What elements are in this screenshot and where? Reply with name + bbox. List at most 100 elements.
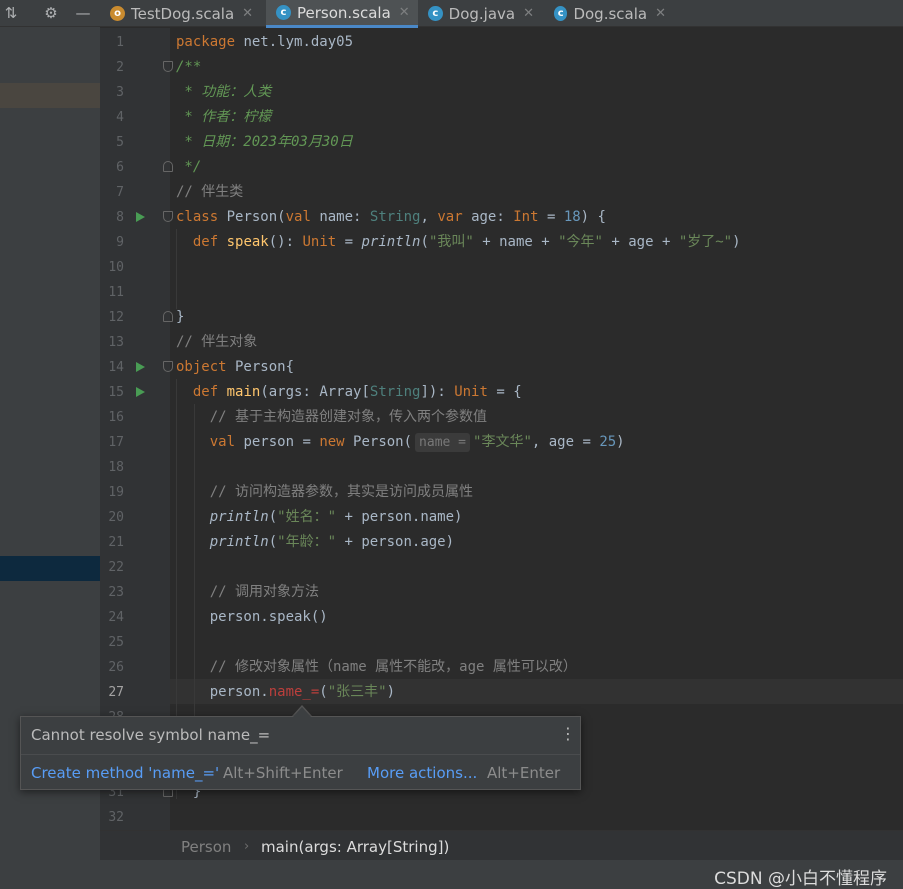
function-name: main bbox=[226, 384, 261, 400]
line-number: 1 bbox=[116, 35, 124, 50]
scala-class-icon: c bbox=[276, 5, 291, 20]
code-text: + age + bbox=[602, 234, 679, 250]
string-literal: "今年" bbox=[558, 234, 603, 250]
project-toolbar: ⇅ ⚙ — bbox=[0, 0, 100, 27]
tab-person-scala[interactable]: c Person.scala ✕ bbox=[266, 0, 418, 28]
run-icon[interactable] bbox=[136, 387, 145, 397]
string-literal: "张三丰" bbox=[327, 684, 387, 700]
code-line-26[interactable]: // 修改对象属性（name 属性不能改，age 属性可以改） bbox=[176, 655, 577, 680]
line-number: 4 bbox=[116, 110, 124, 125]
code-line-7[interactable]: // 伴生类 bbox=[176, 180, 243, 205]
fold-icon[interactable] bbox=[163, 161, 173, 172]
tab-dog-java[interactable]: c Dog.java ✕ bbox=[418, 0, 542, 27]
fold-icon[interactable] bbox=[163, 61, 173, 72]
more-options-icon[interactable]: ⋮ bbox=[560, 724, 576, 743]
project-tree-selected-row[interactable] bbox=[0, 83, 100, 108]
code-line-12[interactable]: } bbox=[176, 305, 184, 330]
keyword: def bbox=[192, 384, 219, 400]
code-text: , age = bbox=[531, 434, 600, 450]
code-line-14[interactable]: object Person{ bbox=[176, 355, 294, 380]
unresolved-symbol[interactable]: name_= bbox=[269, 684, 320, 700]
line-number: 6 bbox=[116, 160, 124, 175]
keyword: var bbox=[437, 209, 463, 225]
error-popup: Cannot resolve symbol name_= ⋮ Create me… bbox=[20, 716, 581, 790]
code-line-24[interactable]: person.speak() bbox=[176, 605, 328, 630]
editor-tab-bar: o TestDog.scala ✕ c Person.scala ✕ c Dog… bbox=[100, 0, 903, 28]
run-icon[interactable] bbox=[136, 362, 145, 372]
number-literal: 25 bbox=[599, 434, 617, 450]
keyword: def bbox=[192, 234, 219, 250]
code-line-1[interactable]: package net.lym.day05 bbox=[176, 30, 353, 55]
run-icon[interactable] bbox=[136, 212, 145, 222]
shortcut-hint: Alt+Shift+Enter bbox=[223, 764, 343, 782]
line-number: 26 bbox=[108, 660, 124, 675]
project-tree-focused-row[interactable] bbox=[0, 556, 100, 581]
line-number: 14 bbox=[108, 360, 124, 375]
tab-label: TestDog.scala bbox=[131, 4, 235, 23]
code-text: age: bbox=[462, 209, 514, 225]
type-name: Unit bbox=[454, 384, 488, 400]
code-text: person. bbox=[176, 684, 269, 700]
hide-panel-icon[interactable]: — bbox=[72, 0, 94, 27]
code-line-8[interactable]: class Person(val name: String, var age: … bbox=[176, 205, 606, 230]
code-line-16[interactable]: // 基于主构造器创建对象，传入两个参数值 bbox=[176, 405, 487, 430]
code-line-2[interactable]: /** bbox=[176, 55, 201, 80]
code-line-13[interactable]: // 伴生对象 bbox=[176, 330, 257, 355]
code-text: ) bbox=[732, 234, 741, 250]
breadcrumb-item-main[interactable]: main(args: Array[String]) bbox=[261, 838, 449, 856]
number-literal: 18 bbox=[563, 209, 581, 225]
close-icon[interactable]: ✕ bbox=[242, 6, 253, 21]
fold-icon[interactable] bbox=[163, 311, 173, 322]
line-number: 9 bbox=[116, 235, 124, 250]
keyword: val bbox=[285, 209, 311, 225]
code-text: + person.name) bbox=[336, 509, 463, 525]
code-line-20[interactable]: println("姓名：" + person.name) bbox=[176, 505, 463, 530]
line-number: 3 bbox=[116, 85, 124, 100]
code-line-21[interactable]: println("年龄：" + person.age) bbox=[176, 530, 454, 555]
tab-label: Person.scala bbox=[297, 3, 391, 22]
breadcrumb: Person › main(args: Array[String]) bbox=[100, 830, 903, 860]
code-line-19[interactable]: // 访问构造器参数，其实是访问成员属性 bbox=[176, 480, 473, 505]
function-call: println bbox=[361, 234, 421, 250]
fold-icon[interactable] bbox=[163, 361, 173, 372]
gear-icon[interactable]: ⚙ bbox=[40, 0, 62, 27]
tab-testdog-scala[interactable]: o TestDog.scala ✕ bbox=[100, 0, 265, 27]
code-line-27[interactable]: person.name_=("张三丰") bbox=[176, 680, 395, 705]
code-text: = { bbox=[487, 384, 522, 400]
code-line-17[interactable]: val person = new Person(name = "李文华", age… bbox=[176, 430, 625, 455]
code-line-3[interactable]: * 功能：人类 bbox=[176, 80, 271, 105]
more-actions-link[interactable]: More actions... bbox=[367, 764, 477, 782]
code-line-15[interactable]: def main(args: Array[String]): Unit = { bbox=[176, 380, 522, 405]
popup-header: Cannot resolve symbol name_= ⋮ bbox=[21, 717, 580, 755]
tab-dog-scala[interactable]: c Dog.scala ✕ bbox=[544, 0, 674, 27]
code-text: Person{ bbox=[226, 359, 295, 375]
function-call: println bbox=[209, 534, 269, 550]
fold-icon[interactable] bbox=[163, 211, 173, 222]
code-text: + person.age) bbox=[336, 534, 455, 550]
code-text: = bbox=[538, 209, 564, 225]
code-text: ) bbox=[386, 684, 396, 700]
code-line-5[interactable]: * 日期：2023年03月30日 bbox=[176, 130, 352, 155]
close-icon[interactable]: ✕ bbox=[399, 5, 410, 20]
code-line-6[interactable]: */ bbox=[176, 155, 201, 180]
line-number: 11 bbox=[108, 285, 124, 300]
watermark: CSDN @小白不懂程序 bbox=[714, 869, 887, 889]
line-number: 22 bbox=[108, 560, 124, 575]
close-icon[interactable]: ✕ bbox=[655, 6, 666, 21]
code-text: + name + bbox=[473, 234, 559, 250]
close-icon[interactable]: ✕ bbox=[523, 6, 534, 21]
breadcrumb-item-person[interactable]: Person bbox=[181, 838, 231, 856]
scala-class-icon: c bbox=[554, 6, 568, 21]
line-number: 20 bbox=[108, 510, 124, 525]
code-line-4[interactable]: * 作者：柠檬 bbox=[176, 105, 271, 130]
code-line-23[interactable]: // 调用对象方法 bbox=[176, 580, 319, 605]
line-number: 18 bbox=[108, 460, 124, 475]
line-number: 10 bbox=[108, 260, 124, 275]
collapse-all-icon[interactable]: ⇅ bbox=[0, 0, 22, 27]
create-method-action[interactable]: Create method 'name_=' bbox=[31, 764, 219, 782]
code-line-9[interactable]: def speak(): Unit = println("我叫" + name … bbox=[176, 230, 741, 255]
